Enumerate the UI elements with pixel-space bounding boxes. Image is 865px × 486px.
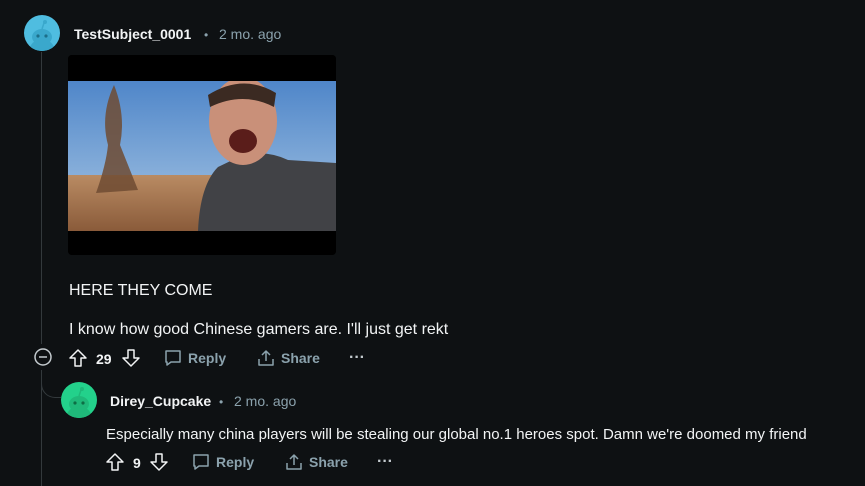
- share-icon: [258, 350, 274, 366]
- separator-dot: •: [204, 28, 209, 42]
- reply-label: Reply: [216, 454, 255, 470]
- more-options-button[interactable]: ···: [349, 349, 365, 367]
- comment-icon: [165, 350, 181, 366]
- collapse-icon: [34, 348, 52, 366]
- comment-username[interactable]: TestSubject_0001: [74, 26, 191, 42]
- vote-score: 9: [133, 455, 141, 471]
- reply-button[interactable]: Reply: [164, 349, 226, 367]
- reply-label: Reply: [188, 350, 227, 366]
- share-button[interactable]: Share: [285, 453, 348, 471]
- comment-icon: [193, 454, 209, 470]
- reply-text: Especially many china players will be st…: [106, 426, 807, 443]
- reply-username[interactable]: Direy_Cupcake: [110, 393, 211, 409]
- reply-timestamp[interactable]: 2 mo. ago: [234, 393, 296, 409]
- downvote-icon: [122, 349, 140, 367]
- reply-avatar[interactable]: [61, 382, 97, 418]
- comment-line-1: HERE THEY COME: [69, 282, 213, 299]
- thread-line: [41, 52, 42, 344]
- more-options-button[interactable]: ···: [377, 453, 393, 471]
- upvote-icon: [69, 349, 87, 367]
- share-label: Share: [281, 350, 320, 366]
- vote-score: 29: [96, 351, 112, 367]
- downvote-button[interactable]: [149, 452, 169, 472]
- share-label: Share: [309, 454, 348, 470]
- comment-timestamp[interactable]: 2 mo. ago: [219, 26, 281, 42]
- comment-media[interactable]: [68, 55, 336, 255]
- upvote-button[interactable]: [105, 452, 125, 472]
- reply-button[interactable]: Reply: [192, 453, 254, 471]
- separator-dot: •: [219, 395, 224, 409]
- share-icon: [286, 454, 302, 470]
- collapse-button[interactable]: [34, 348, 52, 366]
- snoo-icon: [29, 20, 55, 51]
- media-image: [68, 55, 336, 255]
- upvote-icon: [106, 453, 124, 471]
- reply-connector: [41, 372, 61, 398]
- avatar[interactable]: [24, 15, 60, 51]
- comment-line-2: I know how good Chinese gamers are. I'll…: [69, 321, 449, 338]
- upvote-button[interactable]: [68, 348, 88, 368]
- downvote-icon: [150, 453, 168, 471]
- snoo-icon: [66, 387, 92, 418]
- downvote-button[interactable]: [121, 348, 141, 368]
- share-button[interactable]: Share: [257, 349, 320, 367]
